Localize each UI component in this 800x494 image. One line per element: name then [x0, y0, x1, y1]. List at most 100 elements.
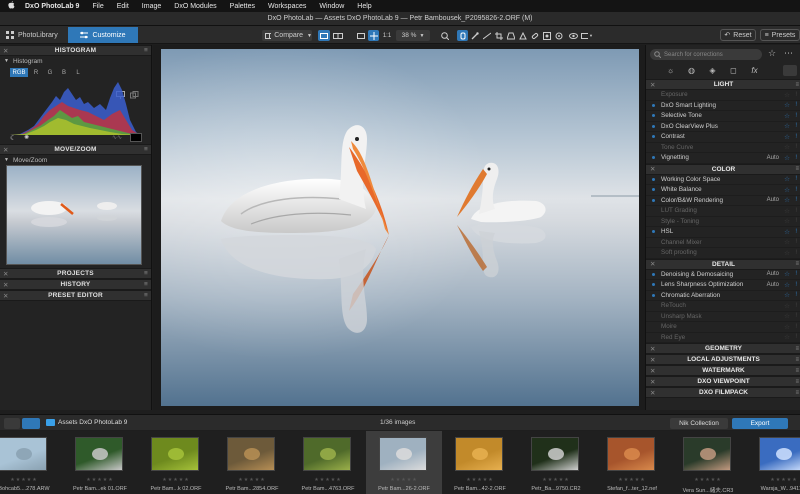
channel-l[interactable]: L — [72, 68, 84, 77]
watermark-button[interactable] — [542, 30, 552, 41]
correction-row[interactable]: Denoising & Demosaicing Auto ☆! — [646, 270, 800, 280]
favorite-star-icon[interactable]: ☆ — [784, 122, 790, 130]
panel-menu-icon[interactable]: ≡ — [795, 368, 799, 374]
presets-button[interactable]: ≡ Presets — [760, 29, 800, 41]
favorites-star-icon[interactable]: ☆ — [768, 48, 776, 59]
straighten-button[interactable] — [482, 30, 492, 41]
current-folder-name[interactable]: Assets DxO PhotoLab 9 — [58, 419, 127, 426]
info-icon[interactable]: ! — [795, 313, 797, 319]
correction-row[interactable]: Lens Sharpness Optimization Auto ☆! — [646, 280, 800, 291]
correction-row[interactable]: ReTouch ☆! — [646, 301, 800, 312]
info-icon[interactable]: ! — [795, 155, 797, 161]
info-icon[interactable]: ! — [795, 324, 797, 330]
close-icon[interactable]: ✕ — [650, 260, 655, 268]
section-dxo-viewpoint-header[interactable]: ✕ DXO VIEWPOINT ≡ — [646, 376, 800, 387]
info-icon[interactable]: ! — [795, 92, 797, 98]
favorite-star-icon[interactable]: ☆ — [784, 281, 790, 289]
info-icon[interactable]: ! — [795, 334, 797, 340]
rating-stars[interactable]: ★★★★★ — [366, 477, 442, 483]
correction-row[interactable]: Soft proofing ☆! — [646, 248, 800, 259]
section-watermark-header[interactable]: ✕ WATERMARK ≡ — [646, 365, 800, 376]
favorite-star-icon[interactable]: ☆ — [784, 154, 790, 162]
favorite-star-icon[interactable]: ☆ — [784, 312, 790, 320]
menu-file[interactable]: File — [92, 3, 103, 10]
panel-menu-icon[interactable]: ≡ — [795, 357, 799, 363]
correction-row[interactable]: Selective Tone ☆! — [646, 111, 800, 122]
apple-icon[interactable] — [8, 1, 15, 11]
fx-filter-icon[interactable]: fx — [750, 66, 759, 75]
rating-stars[interactable]: ★★★★★ — [62, 477, 138, 483]
favorite-star-icon[interactable]: ☆ — [784, 238, 790, 246]
menu-image[interactable]: Image — [142, 3, 161, 10]
info-icon[interactable]: ! — [795, 303, 797, 309]
red-eye-button[interactable] — [554, 30, 564, 41]
panel-menu-icon[interactable]: ≡ — [144, 281, 148, 288]
tab-photolibrary[interactable]: PhotoLibrary — [0, 27, 68, 43]
filmstrip-thumbnail[interactable]: ★★★★★ Petr Bam...4763.ORF — [290, 431, 366, 494]
moon-icon[interactable]: ☾ — [10, 134, 16, 142]
correction-row[interactable]: Color/B&W Rendering Auto ☆! — [646, 196, 800, 206]
navigator-thumbnail[interactable] — [6, 165, 142, 265]
panel-menu-icon[interactable]: ≡ — [144, 270, 148, 277]
close-icon[interactable]: ✕ — [3, 146, 9, 154]
close-icon[interactable]: ✕ — [650, 356, 655, 364]
crop-button[interactable] — [494, 30, 504, 41]
image-viewer[interactable] — [153, 45, 645, 410]
channel-b[interactable]: B — [58, 68, 70, 77]
favorite-star-icon[interactable]: ☆ — [784, 186, 790, 194]
filmstrip-thumbnail[interactable]: ★★★★★ Petr Bam...2854.ORF — [214, 431, 290, 494]
favorite-star-icon[interactable]: ☆ — [784, 143, 790, 151]
correction-row[interactable]: Style - Toning ☆! — [646, 217, 800, 227]
correction-row[interactable]: LUT Grading ☆! — [646, 206, 800, 217]
filmstrip-thumbnail[interactable]: ★★★★★ Vera Sun...緒夫.CR3 — [670, 431, 746, 494]
channel-r[interactable]: R — [30, 68, 42, 77]
compare-dropdown[interactable]: Compare ▼ — [262, 30, 312, 41]
reset-button[interactable]: ↶ Reset — [720, 29, 756, 41]
favorite-star-icon[interactable]: ☆ — [784, 175, 790, 183]
favorite-star-icon[interactable]: ☆ — [784, 112, 790, 120]
menu-workspaces[interactable]: Workspaces — [268, 3, 306, 10]
info-icon[interactable]: ! — [795, 229, 797, 235]
filmstrip-thumbnail[interactable]: ★★★★★ Warsja_W...9411.C — [746, 431, 800, 494]
menu-edit[interactable]: Edit — [117, 3, 129, 10]
rating-stars[interactable]: ★★★★★ — [0, 477, 62, 483]
rating-stars[interactable]: ★★★★★ — [214, 477, 290, 483]
correction-row[interactable]: DxO Smart Lighting ☆! — [646, 101, 800, 111]
nik-collection-button[interactable]: Nik Collection — [670, 418, 728, 429]
panel-menu-icon[interactable]: ≡ — [795, 390, 799, 396]
history-panel-header[interactable]: ✕ HISTORY ≡ — [0, 279, 151, 290]
menu-app[interactable]: DxO PhotoLab 9 — [25, 3, 79, 10]
favorite-star-icon[interactable]: ☆ — [784, 101, 790, 109]
filmstrip-thumbnail[interactable]: ★★★★★ Petr_Ba...9750.CR2 — [518, 431, 594, 494]
fit-screen-button[interactable] — [356, 30, 366, 41]
correction-row[interactable]: DxO ClearView Plus ☆! — [646, 122, 800, 132]
close-icon[interactable]: ✕ — [650, 389, 655, 397]
local-adjustments-button[interactable] — [518, 30, 528, 41]
more-options-icon[interactable]: ⋯ — [784, 48, 793, 59]
section-color-header[interactable]: ✕ COLOR ≡ — [646, 163, 800, 175]
zoom-1-1-button[interactable]: 1:1 — [380, 30, 394, 41]
favorite-star-icon[interactable]: ☆ — [784, 323, 790, 331]
histogram-panel-header[interactable]: ✕ HISTOGRAM ≡ — [0, 45, 151, 56]
info-icon[interactable]: ! — [795, 176, 797, 182]
tab-customize[interactable]: Customize — [68, 27, 138, 43]
info-icon[interactable]: ! — [795, 102, 797, 108]
close-icon[interactable]: ✕ — [3, 270, 9, 278]
rating-stars[interactable]: ★★★★★ — [442, 477, 518, 483]
info-icon[interactable]: ! — [795, 208, 797, 214]
white-balance-picker-button[interactable] — [470, 30, 480, 41]
channel-rgb[interactable]: RGB — [10, 68, 28, 77]
sun-icon[interactable]: ✺ — [24, 134, 29, 141]
close-icon[interactable]: ✕ — [3, 47, 9, 55]
menu-dxo-modules[interactable]: DxO Modules — [174, 3, 216, 10]
filmstrip-thumbnail[interactable]: ★★★★★ Petr Bam...k 02.ORF — [138, 431, 214, 494]
panel-menu-icon[interactable]: ≡ — [144, 146, 148, 153]
filmstrip-thumbnail[interactable]: ★★★★★ Petr Bam...ek 01.ORF — [62, 431, 138, 494]
section-local-adjustments-header[interactable]: ✕ LOCAL ADJUSTMENTS ≡ — [646, 354, 800, 365]
crop-tool-button[interactable] — [457, 30, 468, 41]
favorite-star-icon[interactable]: ☆ — [784, 249, 790, 257]
favorite-star-icon[interactable]: ☆ — [784, 133, 790, 141]
correction-row[interactable]: Contrast ☆! — [646, 132, 800, 143]
favorite-star-icon[interactable]: ☆ — [784, 228, 790, 236]
correction-row[interactable]: HSL ☆! — [646, 227, 800, 238]
